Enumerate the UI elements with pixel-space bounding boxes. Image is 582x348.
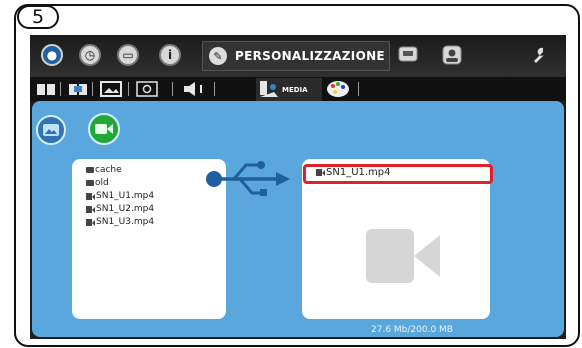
video-camera-icon [95,124,113,134]
image-icon [43,124,59,136]
profile-icon[interactable] [440,43,464,67]
storage-usage: 27.6 Mb/200.0 MB [371,325,453,335]
speaker-icon[interactable] [182,81,208,97]
media-icon [260,81,278,97]
device-screen: ● ◷ ▭ i ✎ PERSONALIZZAZIONE MEDIA cache … [30,35,566,339]
book-icon[interactable] [36,81,56,97]
video-file-icon [86,218,95,226]
video-file-icon [86,192,95,200]
folder-icon [86,180,94,186]
list-item[interactable]: old [86,178,109,188]
tab-personalizzazione[interactable]: ✎ PERSONALIZZAZIONE [202,41,390,71]
video-camera-icon [366,229,440,283]
usb-icon [206,161,290,196]
step-number-badge: 5 [17,5,59,29]
sub-separator [358,82,359,96]
image-frame-icon[interactable] [100,81,122,97]
sub-separator [172,82,173,96]
list-item[interactable]: SN1_U3.mp4 [86,217,154,227]
book-open-icon[interactable] [68,81,88,97]
folder-icon [86,167,94,173]
list-item[interactable]: cache [86,165,122,175]
sub-separator [92,82,93,96]
drop-icon[interactable]: ● [40,43,64,67]
sub-separator [214,82,215,96]
video-file-icon [86,205,95,213]
pencil-icon: ✎ [209,47,227,65]
sub-menu-bar: MEDIA [30,77,566,101]
media-content-area: cache old SN1_U1.mp4 SN1_U2.mp4 SN1_U3.m… [32,101,564,337]
monitor-icon[interactable] [136,81,158,97]
tab-media-label: MEDIA [282,85,308,94]
clock-icon[interactable]: ◷ [78,43,102,67]
wrench-icon[interactable] [526,43,550,67]
palette-icon[interactable] [326,81,350,97]
list-item[interactable]: SN1_U2.mp4 [86,204,154,214]
main-menu-bar: ● ◷ ▭ i ✎ PERSONALIZZAZIONE [30,35,566,77]
tab-personalizzazione-label: PERSONALIZZAZIONE [235,49,385,63]
display-icon[interactable] [396,43,420,67]
video-mode-button[interactable] [88,113,120,145]
list-item[interactable]: SN1_U1.mp4 [86,191,154,201]
tab-media[interactable]: MEDIA [256,78,322,101]
message-icon[interactable]: ▭ [116,43,140,67]
image-mode-button[interactable] [36,115,66,145]
info-icon[interactable]: i [158,43,182,67]
source-file-panel: cache old SN1_U1.mp4 SN1_U2.mp4 SN1_U3.m… [72,159,226,319]
sub-separator [128,82,129,96]
sub-separator [60,82,61,96]
selected-file-highlight [303,164,493,184]
